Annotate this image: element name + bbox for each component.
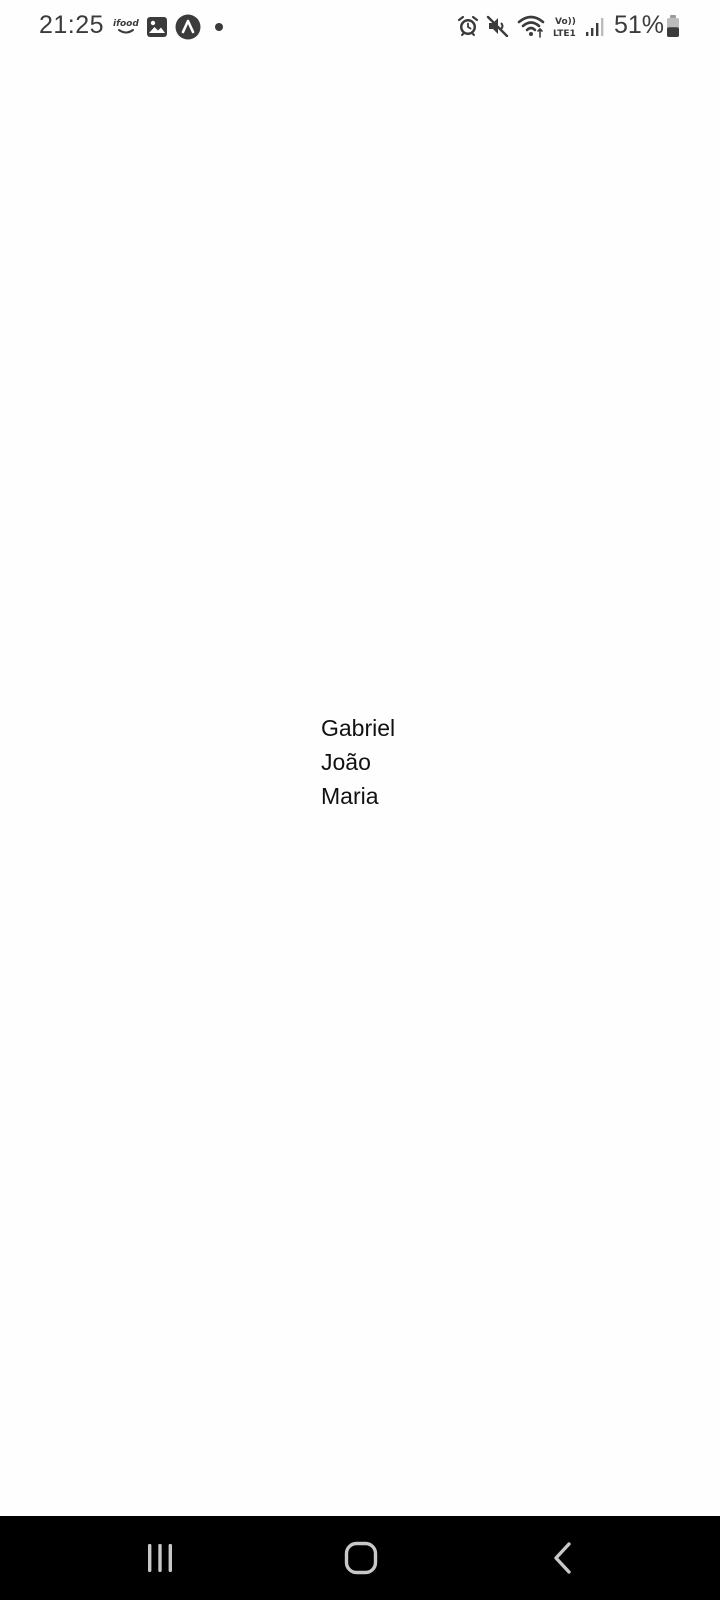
app-screen: 21:25 ifood Vo)) LTE1 51% Gabriel João M…: [0, 0, 720, 1600]
list-item: Maria: [321, 783, 379, 809]
home-button[interactable]: [301, 1516, 421, 1600]
back-button[interactable]: [503, 1516, 623, 1600]
status-bar: 21:25 ifood Vo)) LTE1 51%: [0, 0, 720, 54]
battery-fill: [667, 27, 679, 37]
name-list: Gabriel João Maria: [321, 711, 395, 813]
mute-icon: [486, 15, 509, 37]
recents-icon: [148, 1544, 172, 1572]
volte-icon: Vo)) LTE1: [553, 17, 576, 39]
recents-button[interactable]: [100, 1516, 220, 1600]
back-icon: [554, 1542, 571, 1574]
gallery-icon: [147, 17, 167, 37]
dot-icon: [215, 23, 223, 31]
wifi-icon: [517, 15, 545, 38]
battery-icon: [667, 15, 679, 37]
navigation-bar: [0, 1516, 720, 1600]
app-a-icon: [175, 14, 201, 40]
ifood-icon: ifood: [113, 19, 139, 34]
home-icon: [344, 1541, 378, 1575]
signal-icon: [586, 18, 604, 36]
svg-text:LTE1: LTE1: [553, 29, 576, 39]
list-item: Gabriel: [321, 715, 396, 741]
svg-text:Vo)): Vo)): [555, 17, 576, 27]
main-content: Gabriel João Maria: [0, 54, 720, 1516]
list-item: João: [321, 749, 371, 775]
status-time: 21:25: [39, 11, 105, 39]
alarm-icon: [457, 15, 479, 36]
battery-percent: 51%: [614, 11, 665, 39]
svg-text:ifood: ifood: [113, 19, 139, 29]
